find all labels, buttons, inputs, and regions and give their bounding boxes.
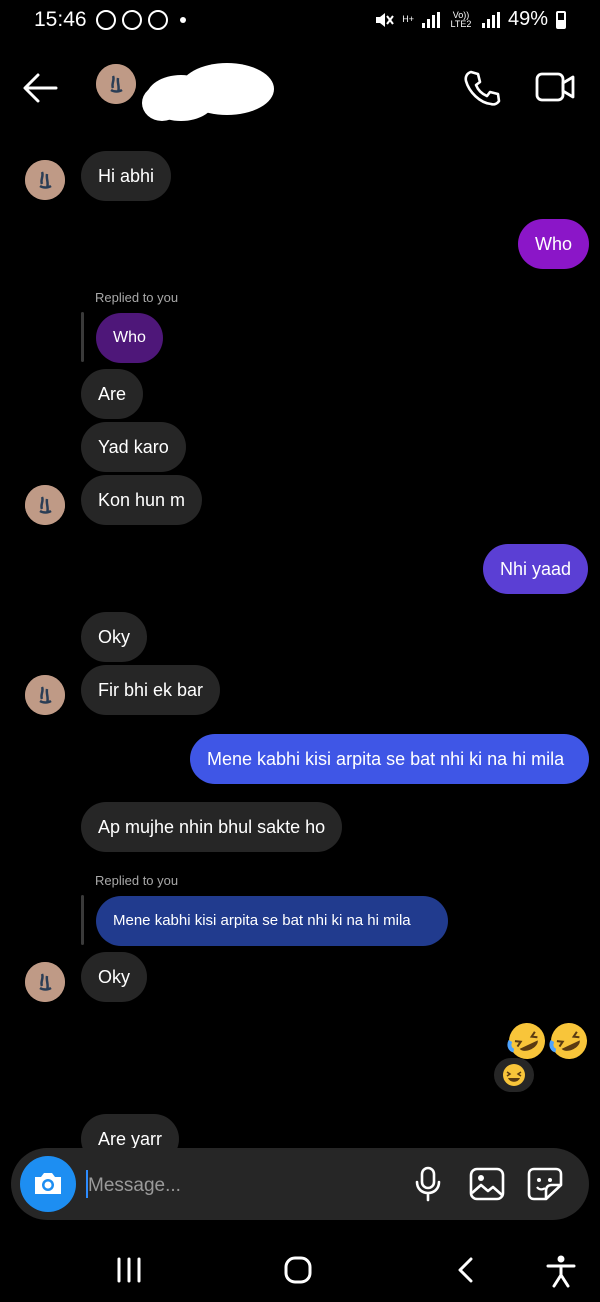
- accessibility-notification-icon: [148, 10, 168, 30]
- replied-to-you-label: Replied to you: [95, 290, 179, 305]
- cloud-icon: [96, 10, 116, 30]
- gallery-icon[interactable]: [468, 1166, 506, 1202]
- more-notifications-dot: [180, 17, 186, 23]
- message-incoming[interactable]: Fir bhi ek bar: [81, 665, 221, 715]
- mute-icon: [376, 12, 395, 27]
- avatar-image: [96, 64, 136, 104]
- messenger-icon: [122, 10, 142, 30]
- status-indicators: H+ Vo)) LTE2 49%: [374, 8, 566, 31]
- message-incoming[interactable]: Are: [81, 369, 144, 419]
- contact-name-redacted[interactable]: [140, 55, 276, 123]
- sticker-icon[interactable]: [526, 1166, 564, 1202]
- message-incoming[interactable]: Oky: [81, 952, 148, 1002]
- battery-icon: [556, 10, 566, 29]
- signal-icon-2: [481, 11, 500, 28]
- message-outgoing[interactable]: Nhi yaad: [483, 544, 589, 594]
- microphone-icon[interactable]: [412, 1166, 444, 1202]
- sender-avatar[interactable]: [25, 160, 65, 200]
- message-reaction[interactable]: [494, 1058, 534, 1092]
- quoted-message[interactable]: Mene kabhi kisi arpita se bat nhi ki na …: [96, 896, 448, 946]
- accessibility-icon[interactable]: [545, 1254, 577, 1288]
- text-cursor: [86, 1170, 88, 1198]
- reply-indicator-line: [81, 312, 84, 362]
- camera-icon: [35, 1173, 61, 1194]
- video-call-icon[interactable]: [535, 70, 575, 104]
- avatar-image: [25, 160, 65, 200]
- recent-apps-icon[interactable]: [112, 1256, 146, 1284]
- contact-avatar[interactable]: [96, 64, 136, 104]
- message-outgoing[interactable]: Who: [518, 219, 590, 269]
- message-outgoing[interactable]: Mene kabhi kisi arpita se bat nhi ki na …: [190, 734, 589, 784]
- avatar-image: [25, 485, 65, 525]
- camera-button[interactable]: [20, 1156, 76, 1212]
- signal-icon: [421, 11, 440, 28]
- message-incoming[interactable]: Hi abhi: [81, 151, 172, 201]
- message-incoming[interactable]: Kon hun m: [81, 475, 203, 525]
- avatar-image: [25, 675, 65, 715]
- sender-avatar[interactable]: [25, 675, 65, 715]
- message-incoming[interactable]: Oky: [81, 612, 148, 662]
- laughing-emoji-icon: [503, 1064, 525, 1086]
- message-incoming[interactable]: Ap mujhe nhin bhul sakte ho: [81, 802, 343, 852]
- avatar-image: [25, 962, 65, 1002]
- quoted-message[interactable]: Who: [96, 313, 163, 363]
- message-input[interactable]: [86, 1168, 390, 1204]
- status-time: 15:46: [34, 8, 87, 31]
- rofl-emoji-icon[interactable]: [506, 1020, 548, 1062]
- nav-back-icon[interactable]: [456, 1256, 476, 1284]
- volte-label: Vo)) LTE2: [450, 9, 472, 29]
- replied-to-you-label: Replied to you: [95, 873, 179, 888]
- message-incoming[interactable]: Yad karo: [81, 422, 186, 472]
- network-type: H+: [402, 14, 414, 24]
- sender-avatar[interactable]: [25, 485, 65, 525]
- reply-indicator-line: [81, 895, 84, 945]
- phone-call-icon[interactable]: [463, 68, 501, 108]
- notification-icons: [96, 10, 186, 30]
- home-icon[interactable]: [282, 1254, 314, 1286]
- back-arrow-icon[interactable]: [22, 72, 58, 104]
- battery-percent: 49%: [507, 8, 548, 30]
- rofl-emoji-icon[interactable]: [548, 1020, 590, 1062]
- sender-avatar[interactable]: [25, 962, 65, 1002]
